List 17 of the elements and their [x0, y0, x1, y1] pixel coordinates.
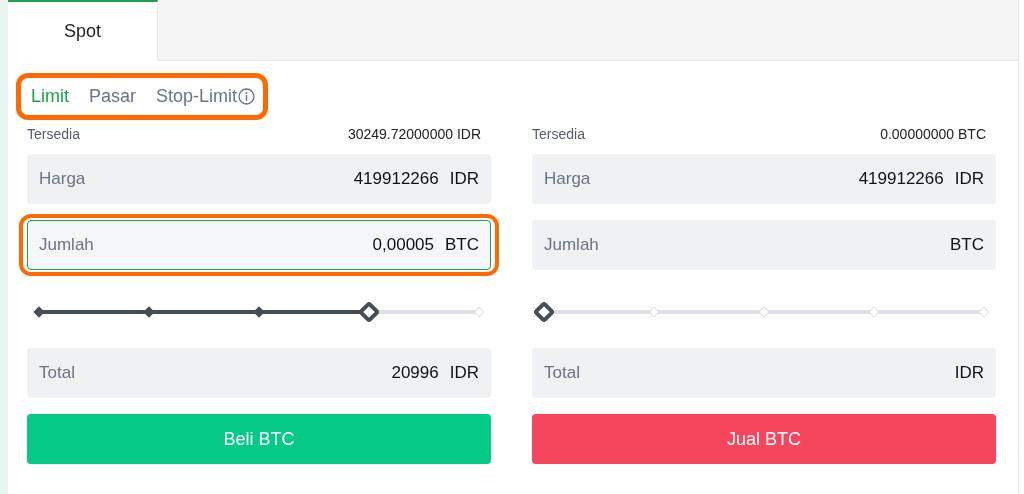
available-label: Tersedia — [27, 126, 80, 142]
input-field[interactable]: Total IDR — [532, 348, 996, 398]
input-field[interactable]: Jumlah BTC — [532, 220, 996, 270]
input-field[interactable]: Harga 419912266 IDR — [532, 154, 996, 204]
input-field[interactable]: Total 20996 IDR — [27, 348, 491, 398]
tab[interactable]: Spot — [8, 0, 158, 61]
slider-track[interactable] — [33, 306, 485, 318]
order-type-tab[interactable]: Pasar — [89, 86, 137, 107]
available-balance: 30249.72000000 IDR — [347, 126, 481, 142]
order-type-tab[interactable]: Stop-Limit — [156, 86, 256, 107]
sell-button[interactable]: Jual BTC — [532, 414, 996, 464]
input-field[interactable]: Harga 419912266 IDR — [27, 154, 491, 204]
input-field[interactable]: Jumlah 0,00005 BTC — [27, 220, 491, 270]
available-label: Tersedia — [532, 126, 585, 142]
available-balance: 0.00000000 BTC — [880, 126, 986, 142]
slider-track[interactable] — [553, 306, 990, 318]
info-icon[interactable] — [238, 88, 256, 105]
